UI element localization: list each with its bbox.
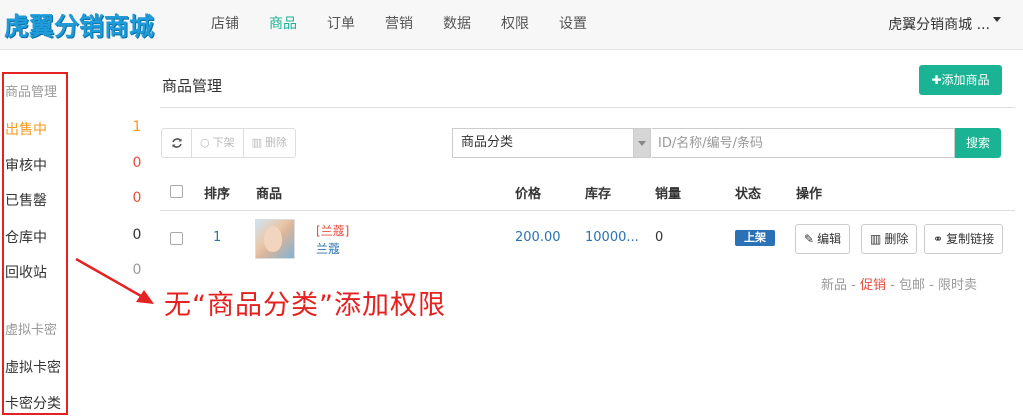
- row-price[interactable]: 200.00: [515, 230, 561, 245]
- promo-separator: -: [886, 278, 899, 293]
- add-goods-button[interactable]: ✚添加商品: [919, 65, 1002, 95]
- row-order[interactable]: 1: [213, 230, 221, 245]
- off-shelf-button[interactable]: ○ 下架: [192, 129, 244, 157]
- logo-text: 虎翼分销商城: [4, 12, 155, 41]
- plus-icon: ✚: [931, 73, 942, 87]
- row-checkbox[interactable]: [170, 232, 183, 245]
- batch-toolbar: ○ 下架 ▥ 删除: [161, 128, 297, 158]
- nav-permissions[interactable]: 权限: [486, 0, 544, 50]
- edit-button[interactable]: ✎ 编辑: [795, 224, 851, 254]
- edit-icon: ✎: [804, 232, 815, 246]
- nav-goods[interactable]: 商品: [254, 0, 312, 50]
- divider: [160, 210, 1015, 211]
- batch-delete-label: 删除: [265, 136, 288, 149]
- promo-new[interactable]: 新品: [821, 278, 847, 293]
- sidebar-item-count: 0: [132, 190, 142, 206]
- promo-hot[interactable]: 促销: [860, 278, 886, 293]
- promo-tags: 新品 - 促销 - 包邮 - 限时卖: [821, 274, 977, 293]
- trash-icon: ▥: [870, 232, 882, 246]
- logo[interactable]: 虎翼分销商城: [4, 7, 154, 43]
- divider: [160, 107, 1015, 108]
- batch-delete-button[interactable]: ▥ 删除: [244, 129, 295, 157]
- promo-separator: -: [847, 278, 860, 293]
- sidebar-item-count: 1: [132, 119, 142, 135]
- col-sales: 销量: [655, 187, 682, 202]
- link-icon: ⚭: [933, 232, 944, 246]
- status-badge[interactable]: 上架: [735, 230, 775, 246]
- product-image: [264, 226, 282, 252]
- search-input[interactable]: [652, 128, 955, 158]
- promo-limited[interactable]: 限时卖: [938, 278, 977, 293]
- col-price: 价格: [515, 187, 542, 202]
- nav-data[interactable]: 数据: [428, 0, 486, 50]
- category-select-value: 商品分类: [461, 135, 514, 150]
- row-sales: 0: [655, 230, 664, 245]
- promo-separator: -: [924, 278, 938, 293]
- sidebar-item-count: 0: [132, 227, 142, 243]
- product-brand-tag: [兰蔻]: [316, 224, 350, 238]
- trash-icon: ▥: [251, 136, 263, 149]
- edit-label: 编辑: [817, 232, 842, 246]
- copy-link-button[interactable]: ⚭ 复制链接: [924, 224, 1004, 254]
- nav-settings[interactable]: 设置: [544, 0, 602, 50]
- select-all-checkbox[interactable]: [170, 185, 183, 198]
- col-order: 排序: [204, 187, 231, 202]
- annotation-arrow: [75, 257, 154, 304]
- annotation-text: 无“商品分类”添加权限: [164, 290, 446, 321]
- col-goods: 商品: [256, 187, 283, 202]
- user-menu-label: 虎翼分销商城 ...: [888, 17, 990, 33]
- user-menu[interactable]: 虎翼分销商城 ...: [888, 0, 1001, 50]
- col-stock: 库存: [585, 187, 612, 202]
- refresh-icon: [171, 138, 182, 148]
- nav-orders[interactable]: 订单: [312, 0, 370, 50]
- page-title: 商品管理: [162, 77, 223, 95]
- promo-free-shipping[interactable]: 包邮: [899, 278, 925, 293]
- row-stock[interactable]: 10000...: [585, 230, 639, 245]
- chevron-down-icon: [633, 129, 650, 157]
- highlight-box: [2, 72, 68, 415]
- search-button[interactable]: 搜索: [955, 128, 1001, 158]
- add-goods-label: 添加商品: [941, 73, 990, 87]
- category-select[interactable]: 商品分类: [452, 128, 651, 158]
- chevron-down-icon: [993, 16, 1001, 22]
- circle-icon: ○: [200, 136, 210, 149]
- refresh-button[interactable]: [162, 129, 192, 157]
- nav-shop[interactable]: 店铺: [196, 0, 254, 50]
- top-navbar: 虎翼分销商城 店铺 商品 订单 营销 数据 权限 设置 虎翼分销商城 ...: [0, 0, 1023, 50]
- nav-marketing[interactable]: 营销: [370, 0, 428, 50]
- product-thumbnail[interactable]: [255, 219, 295, 259]
- copy-link-label: 复制链接: [946, 232, 995, 246]
- sidebar-item-count: 0: [132, 155, 142, 171]
- product-name-link[interactable]: 兰蔻: [316, 240, 340, 257]
- col-actions: 操作: [796, 187, 823, 202]
- delete-label: 删除: [884, 232, 909, 246]
- col-status: 状态: [735, 187, 762, 202]
- off-shelf-label: 下架: [212, 136, 235, 149]
- delete-button[interactable]: ▥ 删除: [861, 224, 918, 254]
- main-nav: 店铺 商品 订单 营销 数据 权限 设置: [196, 0, 602, 50]
